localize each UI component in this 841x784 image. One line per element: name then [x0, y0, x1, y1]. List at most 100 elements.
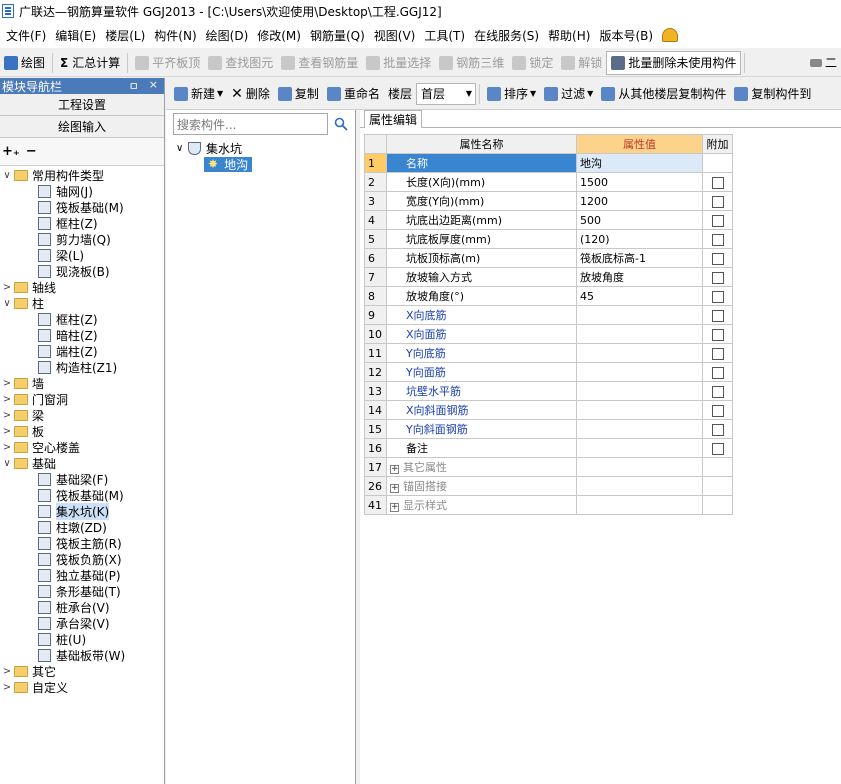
expand-plus-icon[interactable]: + — [390, 503, 399, 512]
menu-version[interactable]: 版本号(B) — [599, 27, 653, 44]
add-checkbox[interactable] — [711, 385, 724, 398]
tree-item[interactable]: 基础梁(F) — [0, 471, 164, 487]
tree-folder[interactable]: > 轴线 — [0, 279, 164, 295]
tree-item[interactable]: 框柱(Z) — [0, 215, 164, 231]
menu-edit[interactable]: 编辑(E) — [55, 27, 96, 44]
tree-item[interactable]: 筏板主筋(R) — [0, 535, 164, 551]
add-checkbox[interactable] — [711, 233, 724, 246]
tree-item[interactable]: 基础板带(W) — [0, 647, 164, 663]
delete-button[interactable]: ✕ 删除 — [227, 82, 274, 106]
tab-property-edit[interactable]: 属性编辑 — [364, 110, 423, 128]
tree-folder[interactable]: > 墙 — [0, 375, 164, 391]
menu-component[interactable]: 构件(N) — [154, 27, 196, 44]
add-checkbox[interactable] — [711, 290, 724, 303]
property-value[interactable]: 筏板底标高-1 — [576, 248, 703, 268]
property-row[interactable]: 12 Y向面筋 — [364, 362, 733, 382]
menu-rebar-qty[interactable]: 钢筋量(Q) — [310, 27, 365, 44]
property-value[interactable] — [576, 324, 703, 344]
tree-folder[interactable]: > 自定义 — [0, 679, 164, 695]
draw-button[interactable]: 绘图 — [0, 51, 49, 75]
collapse-icon[interactable]: > — [2, 394, 12, 405]
add-checkbox[interactable] — [711, 442, 724, 455]
tree-item[interactable]: 端柱(Z) — [0, 343, 164, 359]
add-checkbox[interactable] — [711, 252, 724, 265]
search-icon[interactable] — [330, 113, 352, 135]
filter-button[interactable]: 过滤 ▼ — [540, 82, 597, 106]
close-icon[interactable]: × — [149, 78, 158, 94]
new-button[interactable]: 新建 ▼ — [170, 82, 227, 106]
property-value[interactable]: (120) — [576, 229, 703, 249]
menu-draw[interactable]: 绘图(D) — [206, 27, 249, 44]
add-checkbox[interactable] — [711, 366, 724, 379]
property-value[interactable]: 1200 — [576, 191, 703, 211]
find-element-button[interactable]: 查找图元 — [204, 51, 277, 75]
property-value[interactable]: 1500 — [576, 172, 703, 192]
menu-view[interactable]: 视图(V) — [374, 27, 416, 44]
tree-folder[interactable]: ∨ 基础 — [0, 455, 164, 471]
property-row[interactable]: 3 宽度(Y向)(mm) 1200 — [364, 191, 733, 211]
property-row[interactable]: 41 + 显示样式 — [364, 495, 733, 515]
add-checkbox[interactable] — [711, 328, 724, 341]
tree-item[interactable]: 条形基础(T) — [0, 583, 164, 599]
copy-to-button[interactable]: 复制构件到 — [730, 82, 815, 106]
tree-folder[interactable]: > 梁 — [0, 407, 164, 423]
add-checkbox[interactable] — [711, 347, 724, 360]
level-slab-button[interactable]: 平齐板顶 — [131, 51, 204, 75]
collapse-icon[interactable]: > — [2, 410, 12, 421]
add-checkbox[interactable] — [711, 423, 724, 436]
helmet-icon[interactable] — [662, 28, 679, 42]
expand-icon[interactable]: ∨ — [2, 170, 12, 181]
tree-item[interactable]: 集水坑(K) — [0, 502, 164, 520]
expand-all-icon[interactable]: +₊ — [2, 144, 20, 159]
add-checkbox[interactable] — [711, 271, 724, 284]
sum-calc-button[interactable]: Σ 汇总计算 — [56, 51, 124, 75]
tree-item[interactable]: 独立基础(P) — [0, 567, 164, 583]
tree-item[interactable]: 桩承台(V) — [0, 599, 164, 615]
property-row[interactable]: 15 Y向斜面钢筋 — [364, 419, 733, 439]
tree-item[interactable]: 现浇板(B) — [0, 263, 164, 279]
property-value[interactable]: 放坡角度 — [576, 267, 703, 287]
overflow-button[interactable]: 二 — [806, 51, 841, 75]
add-checkbox[interactable] — [711, 214, 724, 227]
property-value[interactable]: 地沟 — [576, 153, 703, 173]
lock-button[interactable]: 锁定 — [508, 51, 557, 75]
tree-item[interactable]: 构造柱(Z1) — [0, 359, 164, 375]
sort-button[interactable]: 排序 ▼ — [483, 82, 540, 106]
collapse-all-icon[interactable]: − — [26, 144, 37, 159]
property-value[interactable] — [576, 438, 703, 458]
pin-icon[interactable]: ㅁ — [129, 78, 139, 94]
tree-item[interactable]: 筏板负筋(X) — [0, 551, 164, 567]
view-rebar-button[interactable]: 查看钢筋量 — [277, 51, 362, 75]
tree-item[interactable]: 承台梁(V) — [0, 615, 164, 631]
tree-item[interactable]: 柱墩(ZD) — [0, 519, 164, 535]
tree-item[interactable]: 梁(L) — [0, 247, 164, 263]
unlock-button[interactable]: 解锁 — [557, 51, 606, 75]
collapse-icon[interactable]: > — [2, 442, 12, 453]
project-settings-button[interactable]: 工程设置 — [0, 94, 164, 116]
property-row[interactable]: 9 X向底筋 — [364, 305, 733, 325]
tree-folder[interactable]: > 其它 — [0, 663, 164, 679]
property-row[interactable]: 16 备注 — [364, 438, 733, 458]
add-checkbox[interactable] — [711, 404, 724, 417]
menu-tools[interactable]: 工具(T) — [424, 27, 465, 44]
menu-floor[interactable]: 楼层(L) — [105, 27, 145, 44]
tree-folder[interactable]: > 空心楼盖 — [0, 439, 164, 455]
expand-icon[interactable]: ∨ — [2, 298, 12, 309]
tree-item[interactable]: 桩(U) — [0, 631, 164, 647]
copy-from-floor-button[interactable]: 从其他楼层复制构件 — [597, 82, 730, 106]
collapse-icon[interactable]: > — [2, 282, 12, 293]
add-checkbox[interactable] — [711, 309, 724, 322]
property-value[interactable] — [576, 419, 703, 439]
menu-online[interactable]: 在线服务(S) — [474, 27, 539, 44]
expand-plus-icon[interactable]: + — [390, 484, 399, 493]
collapse-icon[interactable]: > — [2, 682, 12, 693]
copy-button[interactable]: 复制 — [274, 82, 323, 106]
tree-item[interactable]: 剪力墙(Q) — [0, 231, 164, 247]
property-row[interactable]: 6 坑板顶标高(m) 筏板底标高-1 — [364, 248, 733, 268]
search-input[interactable]: 搜索构件... — [173, 113, 328, 135]
property-row[interactable]: 13 坑壁水平筋 — [364, 381, 733, 401]
collapse-icon[interactable]: > — [2, 666, 12, 677]
tree-item[interactable]: 轴网(J) — [0, 183, 164, 199]
expand-plus-icon[interactable]: + — [390, 465, 399, 474]
batch-select-button[interactable]: 批量选择 — [362, 51, 435, 75]
